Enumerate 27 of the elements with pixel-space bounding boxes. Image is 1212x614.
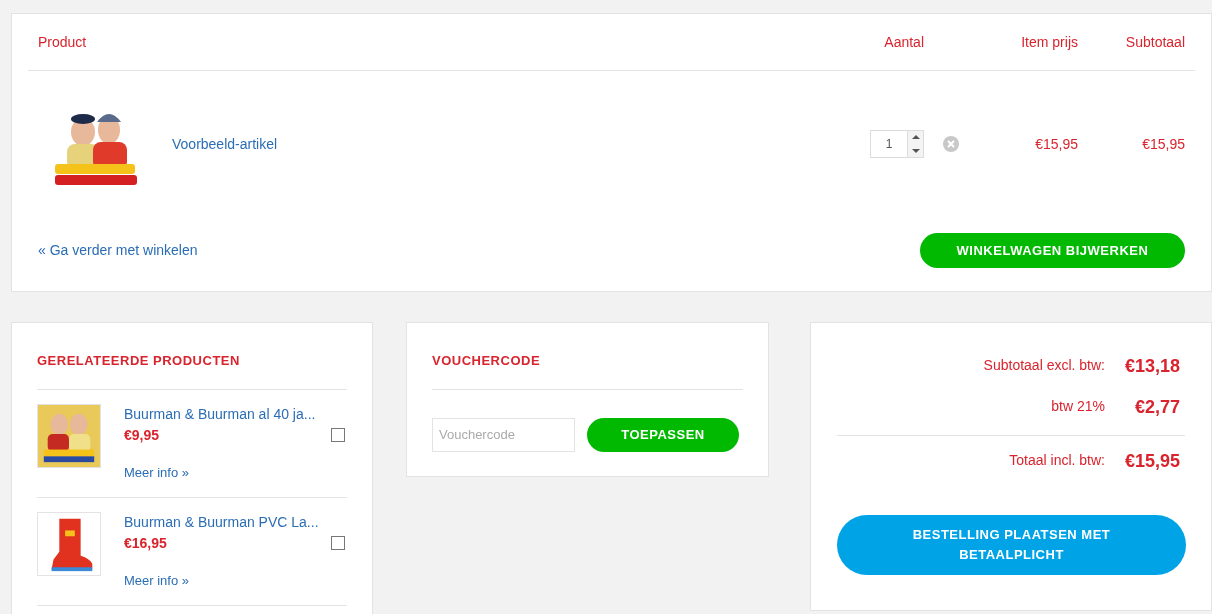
place-order-button[interactable]: BESTELLING PLAATSEN MET BETAALPLICHT [837,515,1186,575]
total-label: Subtotaal excl. btw: [983,356,1105,375]
column-header: Item prijs [1021,33,1078,50]
panel-heading: GERELATEERDE PRODUCTEN [37,323,347,390]
more-info-link[interactable]: Meer info » [124,572,190,588]
column-header: Product [38,33,87,50]
product-price: €16,95 [124,533,167,553]
quantity-spinner[interactable]: 1 [870,130,924,158]
total-value: €2,77 [1134,397,1180,417]
column-header: Aantal [884,33,924,50]
total-value: €15,95 [1124,451,1180,471]
subtotal-price: €15,95 [1142,135,1185,152]
voucher-input-field[interactable]: Vouchercode [432,417,575,452]
total-label: Totaal incl. btw: [1009,451,1105,470]
total-label: btw 21% [1051,397,1105,416]
total-value: €13,18 [1124,356,1180,376]
checkbox[interactable] [331,428,345,442]
product-price: €9,95 [124,425,160,445]
product-link[interactable]: Buurman & Buurman al 40 ja... [124,403,347,425]
product-link[interactable]: Buurman & Buurman PVC La... [124,511,347,533]
continue-shopping-link[interactable]: « Ga verder met winkelen [38,240,198,261]
checkbox[interactable] [331,536,345,550]
product-link[interactable]: Voorbeeld-artikel [172,133,278,155]
item-price: €15,95 [1035,135,1078,152]
more-info-link[interactable]: Meer info » [124,464,190,480]
column-header: Subtotaal [1125,33,1185,50]
panel-heading: VOUCHERCODE [432,323,743,390]
